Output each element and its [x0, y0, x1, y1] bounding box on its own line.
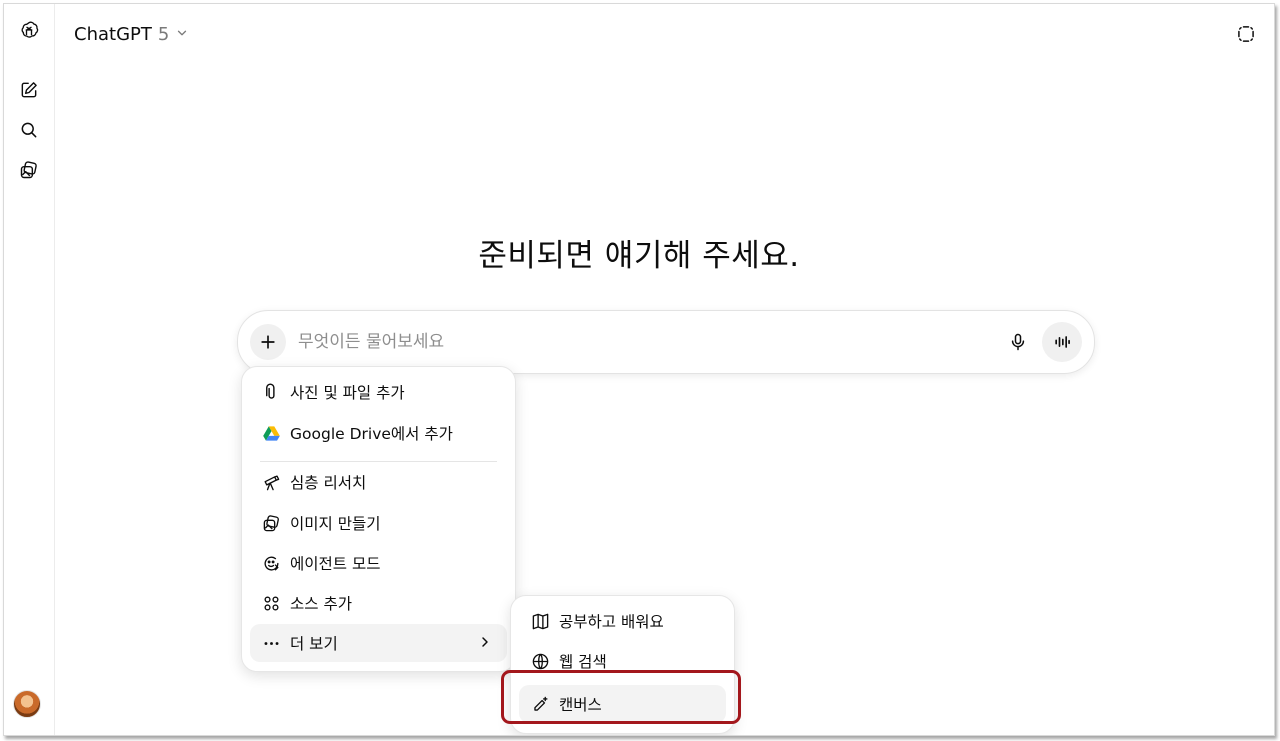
openai-logo-icon[interactable]: [11, 12, 47, 48]
menu-item-deep-research[interactable]: 심층 리서치: [250, 463, 507, 501]
model-name: ChatGPT: [74, 23, 152, 45]
menu-item-add-sources[interactable]: 소스 추가: [250, 584, 507, 622]
more-dots-icon: [260, 632, 282, 654]
prompt-input[interactable]: [296, 327, 940, 357]
menu-item-label: 사진 및 파일 추가: [290, 384, 405, 402]
agent-icon: [260, 552, 282, 574]
microphone-icon[interactable]: [1000, 324, 1036, 360]
menu-item-label: 심층 리서치: [290, 474, 367, 492]
menu-item-more[interactable]: 더 보기: [250, 624, 507, 662]
menu-divider: [260, 461, 497, 462]
add-attachment-button[interactable]: [250, 324, 286, 360]
menu-item-label: 웹 검색: [559, 653, 607, 671]
menu-item-study-learn[interactable]: 공부하고 배워요: [519, 602, 726, 640]
attach-menu: 사진 및 파일 추가 Google Drive에서 추가 심층 리서치 이미지 …: [241, 366, 516, 672]
menu-item-label: 에이전트 모드: [290, 555, 381, 573]
menu-item-label: 공부하고 배워요: [559, 613, 664, 631]
sources-icon: [260, 592, 282, 614]
library-images-icon[interactable]: [11, 152, 47, 188]
model-version: 5: [157, 23, 170, 45]
menu-item-label: 더 보기: [290, 635, 338, 653]
temporary-chat-icon[interactable]: [1232, 20, 1260, 48]
voice-mode-button[interactable]: [1042, 322, 1082, 362]
telescope-icon: [260, 471, 282, 493]
image-icon: [260, 512, 282, 534]
paperclip-icon: [260, 381, 282, 403]
google-drive-icon: [260, 422, 282, 444]
book-icon: [529, 610, 551, 632]
menu-item-create-image[interactable]: 이미지 만들기: [250, 504, 507, 542]
chevron-right-icon: [477, 634, 493, 654]
menu-item-label: 이미지 만들기: [290, 515, 381, 533]
composer: [237, 310, 1095, 374]
model-picker[interactable]: ChatGPT 5: [74, 20, 189, 48]
menu-item-google-drive[interactable]: Google Drive에서 추가: [250, 414, 507, 452]
new-chat-icon[interactable]: [11, 72, 47, 108]
menu-item-label: Google Drive에서 추가: [290, 425, 453, 443]
user-avatar[interactable]: [13, 690, 41, 718]
chevron-down-icon: [175, 24, 189, 45]
annotation-highlight: [501, 670, 741, 724]
menu-item-agent-mode[interactable]: 에이전트 모드: [250, 544, 507, 582]
page-title: 준비되면 얘기해 주세요.: [478, 238, 800, 274]
menu-item-add-photos-files[interactable]: 사진 및 파일 추가: [250, 373, 507, 411]
globe-icon: [529, 650, 551, 672]
menu-item-label: 소스 추가: [290, 595, 352, 613]
search-icon[interactable]: [11, 112, 47, 148]
sidebar-rail: [4, 4, 55, 735]
app-window: ChatGPT 5 준비되면 얘기해 주세요. 무엇이든 물어보세요 사진 및 …: [3, 3, 1275, 736]
